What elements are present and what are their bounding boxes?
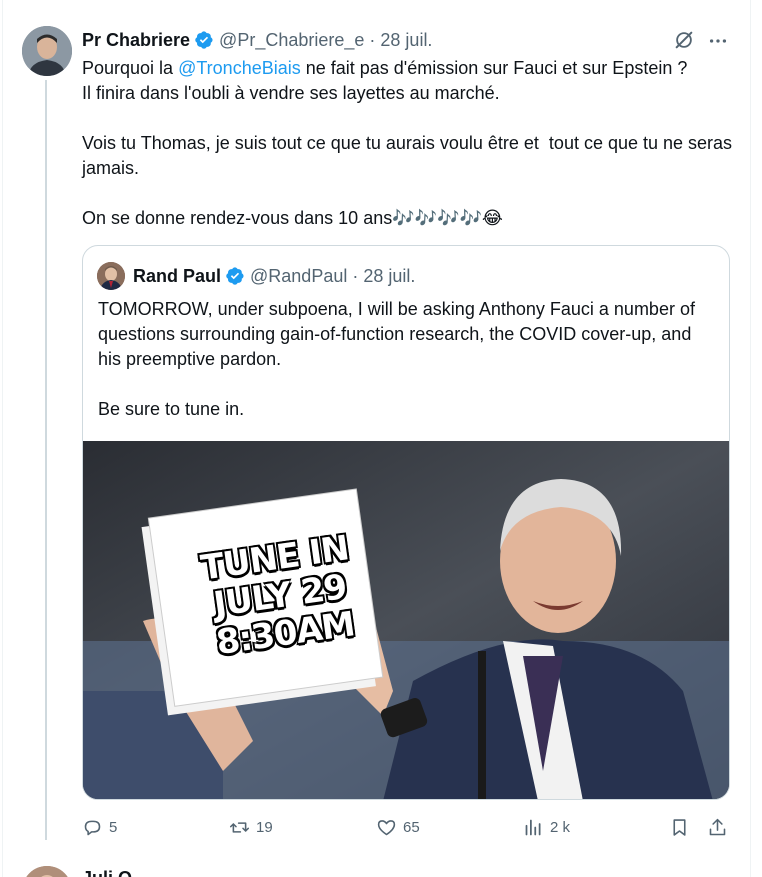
reply-count: 5 — [109, 818, 118, 836]
quoted-tweet-card[interactable]: Rand Paul @RandPaul · 28 juil. TOMORROW,… — [82, 245, 730, 800]
retweet-icon — [229, 821, 250, 833]
more-icon[interactable] — [707, 30, 729, 52]
tweet-text: Pourquoi la @TroncheBiais ne fait pas d'… — [82, 56, 742, 231]
quoted-author-handle[interactable]: @RandPaul — [250, 266, 347, 287]
tweet-text-rest: ne fait pas d'émission sur Fauci et sur … — [82, 58, 733, 228]
quoted-tweet-image[interactable]: TUNE IN JULY 29 8:30AM — [83, 441, 729, 799]
author-handle[interactable]: @Pr_Chabriere_e — [219, 30, 364, 51]
thread-connector-line — [45, 80, 47, 840]
reply-button[interactable]: 5 — [82, 815, 117, 839]
retweet-button[interactable]: 19 — [229, 815, 273, 839]
next-author-avatar-image — [22, 866, 72, 877]
quoted-author-avatar[interactable] — [97, 262, 125, 290]
quoted-tweet-header: Rand Paul @RandPaul · 28 juil. — [133, 265, 415, 287]
next-author-name[interactable]: Juli Q — [82, 868, 132, 877]
tweet-text-start: Pourquoi la — [82, 58, 179, 78]
tweet-date[interactable]: 28 juil. — [380, 30, 432, 51]
quoted-author-avatar-image — [97, 262, 125, 290]
next-author-avatar[interactable] — [22, 866, 72, 877]
views-button[interactable]: 2 k — [523, 815, 570, 839]
views-count: 2 k — [550, 818, 571, 836]
quoted-tweet-date[interactable]: 28 juil. — [363, 266, 415, 287]
quoted-author-name[interactable]: Rand Paul — [133, 266, 221, 287]
views-icon — [525, 819, 541, 835]
separator-dot: · — [352, 265, 359, 286]
share-icon — [709, 818, 726, 835]
tweet-action-bar: 5 19 65 2 k — [82, 815, 742, 839]
quoted-tweet-text: TOMORROW, under subpoena, I will be aski… — [98, 299, 695, 419]
tweet-header: Pr Chabriere @Pr_Chabriere_e · 28 juil. — [82, 28, 432, 52]
reply-icon — [84, 820, 101, 835]
bookmark-icon — [673, 818, 686, 836]
like-count: 65 — [403, 818, 420, 836]
mention-link[interactable]: @TroncheBiais — [178, 58, 301, 78]
sign-text: TUNE IN JULY 29 8:30AM — [188, 528, 372, 665]
bookmark-button[interactable] — [669, 815, 696, 839]
author-avatar[interactable] — [22, 26, 72, 76]
grok-icon[interactable] — [673, 29, 695, 51]
verified-badge-icon[interactable] — [194, 30, 214, 50]
right-border — [750, 0, 751, 877]
heart-icon — [377, 819, 396, 835]
share-button[interactable] — [707, 815, 734, 839]
author-avatar-image — [22, 26, 72, 76]
retweet-count: 19 — [256, 818, 273, 836]
like-button[interactable]: 65 — [376, 815, 420, 839]
verified-badge-icon[interactable] — [225, 266, 245, 286]
separator-dot: · — [369, 29, 376, 50]
left-border — [2, 0, 3, 877]
fauci-photo — [83, 441, 729, 799]
author-name[interactable]: Pr Chabriere — [82, 30, 190, 51]
